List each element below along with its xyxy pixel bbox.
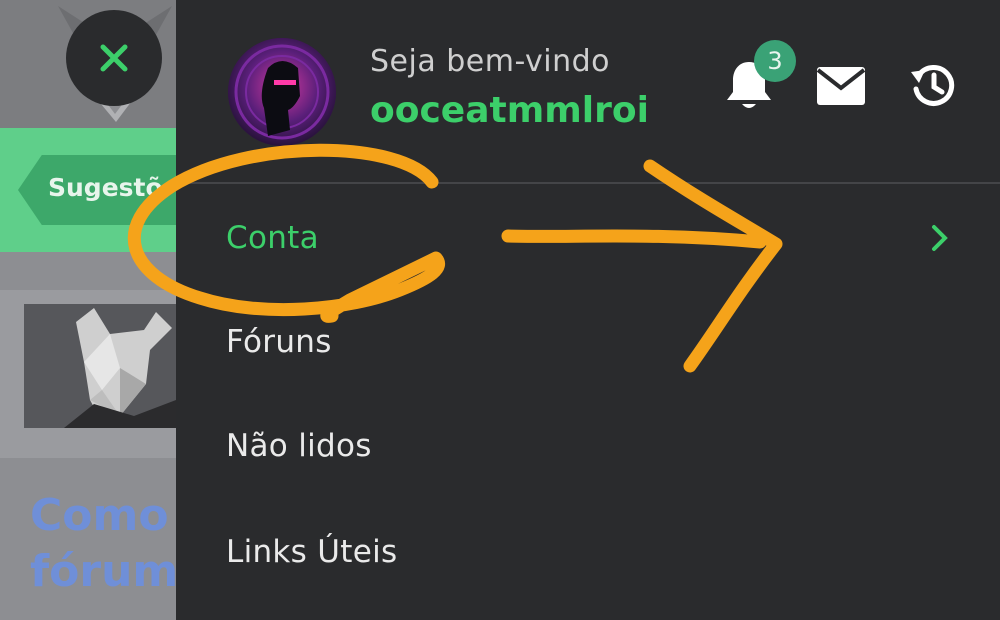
menu-item-label: Fóruns <box>226 324 332 360</box>
menu-item-foruns[interactable]: Fóruns <box>176 290 1000 394</box>
avatar[interactable] <box>228 38 336 146</box>
menu-item-label: Links Úteis <box>226 534 398 570</box>
username[interactable]: ooceatmmlroi <box>370 90 649 131</box>
menu-item-label: Não lidos <box>226 428 372 464</box>
background-pill-label: Sugestõ <box>48 173 163 202</box>
background-article-title: Como fórum <box>30 490 176 597</box>
messages-button[interactable] <box>816 66 866 110</box>
menu-item-conta[interactable]: Conta <box>176 186 1000 290</box>
history-button[interactable] <box>910 62 956 112</box>
notification-badge: 3 <box>754 40 796 82</box>
chevron-right-icon <box>932 225 948 251</box>
history-icon <box>911 64 955 106</box>
background-thumbnail <box>24 304 176 428</box>
mail-icon <box>816 67 866 105</box>
close-icon <box>100 44 128 72</box>
menu-item-links-uteis[interactable]: Links Úteis <box>176 500 1000 604</box>
menu-item-nao-lidos[interactable]: Não lidos <box>176 394 1000 498</box>
close-menu-button[interactable] <box>66 10 162 106</box>
header-divider <box>176 182 1000 184</box>
welcome-text: Seja bem-vindo <box>370 44 610 79</box>
menu-item-label: Conta <box>226 220 319 256</box>
navigation-drawer: Seja bem-vindo ooceatmmlroi 3 Conta Fóru… <box>176 0 1000 620</box>
